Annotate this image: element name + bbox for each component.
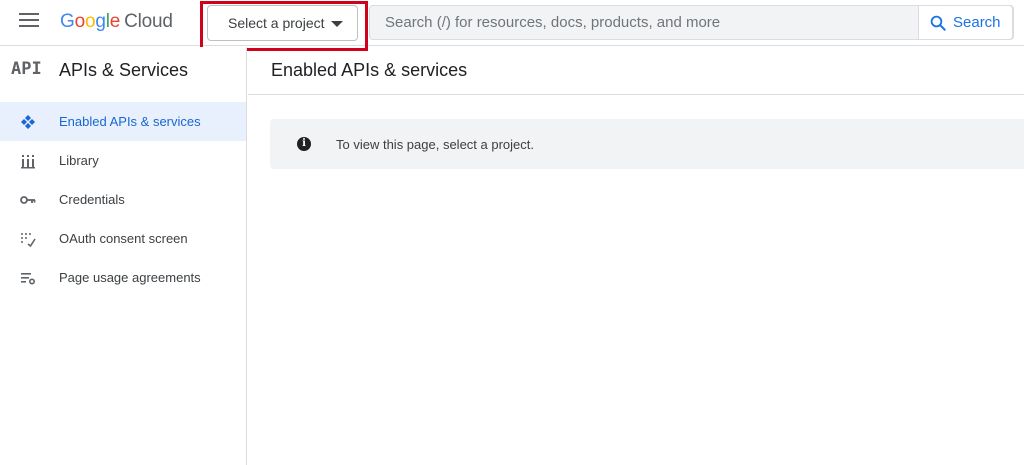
sidebar-title: APIs & Services	[59, 60, 189, 80]
search-bar: Search	[369, 5, 1014, 40]
main-menu-icon[interactable]	[19, 13, 39, 31]
sidebar-item-label: Credentials	[59, 192, 125, 207]
library-icon	[21, 155, 35, 169]
search-button-label: Search	[953, 14, 1001, 31]
sidebar-item-credentials[interactable]: Credentials	[0, 180, 246, 219]
key-icon	[20, 196, 36, 204]
banner-message: To view this page, select a project.	[336, 137, 534, 152]
sidebar-item-label: Library	[59, 153, 99, 168]
logo-google-text: Google	[60, 11, 121, 32]
search-icon	[930, 15, 946, 31]
sidebar-nav: Enabled APIs & services Library Credenti…	[0, 102, 246, 297]
sidebar-item-label: OAuth consent screen	[59, 231, 188, 246]
info-icon: i	[297, 137, 311, 151]
search-button[interactable]: Search	[918, 5, 1013, 40]
google-cloud-logo[interactable]: Google Cloud	[60, 11, 173, 33]
sidebar-item-enabled-apis[interactable]: Enabled APIs & services	[0, 102, 246, 141]
info-banner: i To view this page, select a project.	[270, 119, 1024, 169]
diamond-dots-icon	[21, 115, 35, 129]
sidebar-item-oauth-consent[interactable]: OAuth consent screen	[0, 219, 246, 258]
search-input[interactable]	[370, 6, 920, 39]
top-bar: Google Cloud Select a project Search	[0, 0, 1024, 51]
project-selector-label: Select a project	[228, 15, 325, 31]
title-divider	[248, 94, 1024, 95]
sidebar-item-label: Page usage agreements	[59, 270, 201, 285]
sidebar-item-page-usage-agreements[interactable]: Page usage agreements	[0, 258, 246, 297]
dropdown-caret-icon	[331, 21, 343, 27]
sidebar-item-library[interactable]: Library	[0, 141, 246, 180]
settings-list-icon	[21, 273, 36, 285]
sidebar: API APIs & Services Enabled APIs & servi…	[0, 47, 247, 465]
page-title: Enabled APIs & services	[271, 60, 468, 80]
sidebar-header: API APIs & Services	[0, 47, 246, 93]
sidebar-item-label: Enabled APIs & services	[59, 114, 201, 129]
consent-icon	[21, 233, 36, 248]
project-selector-button[interactable]: Select a project	[207, 5, 358, 41]
logo-cloud-text: Cloud	[124, 11, 173, 32]
api-icon: API	[11, 59, 42, 79]
